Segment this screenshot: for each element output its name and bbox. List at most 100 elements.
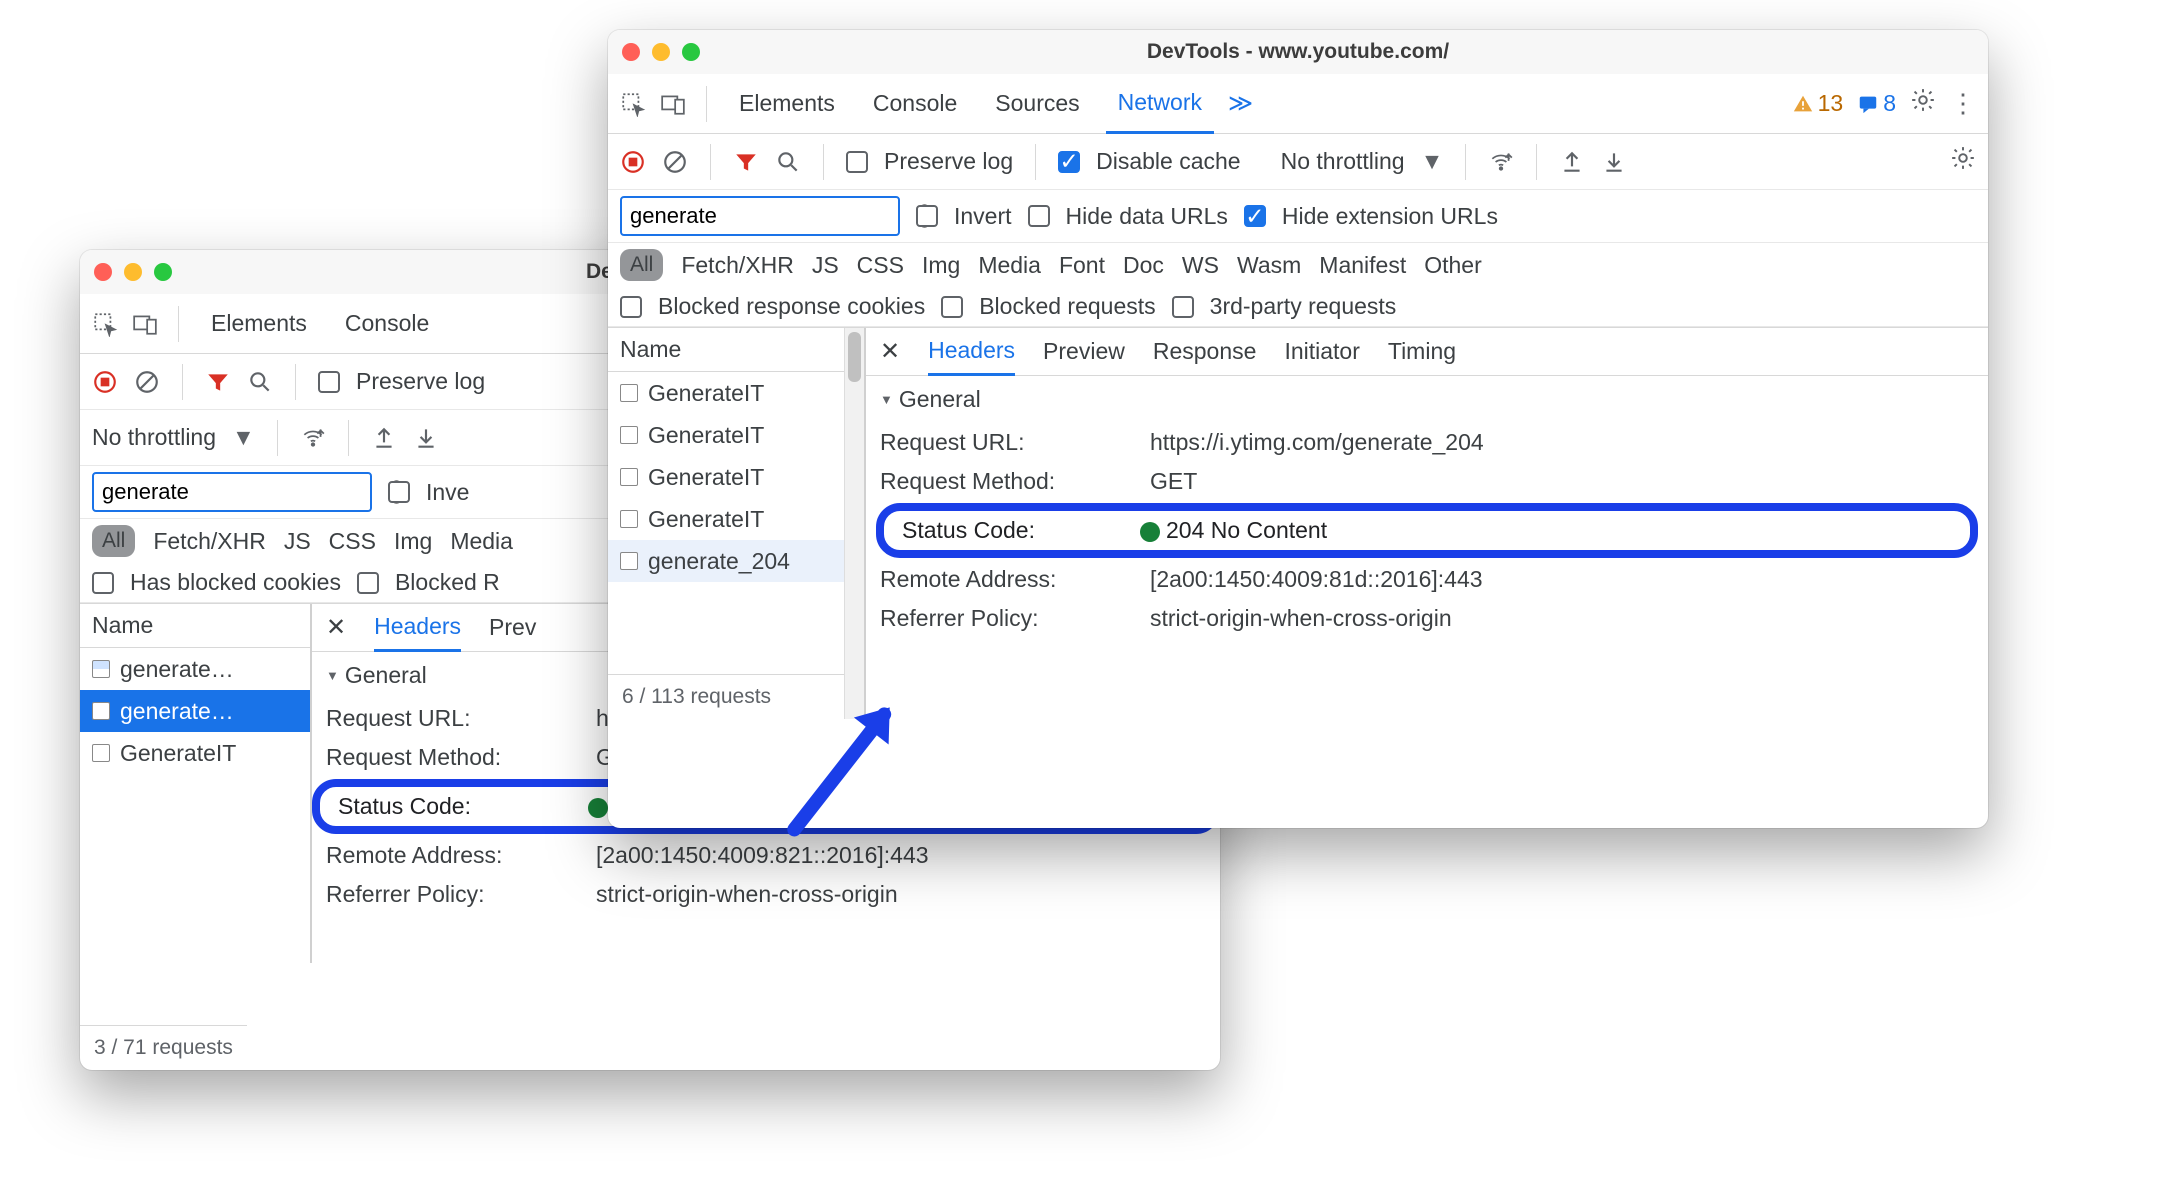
- invert-checkbox[interactable]: [916, 205, 938, 227]
- filter-icon[interactable]: [733, 149, 759, 175]
- device-toolbar-icon[interactable]: [660, 91, 686, 117]
- type-all[interactable]: All: [620, 249, 663, 281]
- search-icon[interactable]: [247, 369, 273, 395]
- list-item[interactable]: generate_204: [608, 540, 864, 582]
- type-doc[interactable]: Doc: [1123, 252, 1164, 279]
- tab-response[interactable]: Response: [1153, 328, 1257, 376]
- throttling-select[interactable]: No throttling: [1281, 148, 1405, 175]
- inspect-icon[interactable]: [620, 91, 646, 117]
- invert-checkbox[interactable]: [388, 481, 410, 503]
- wifi-icon[interactable]: [1488, 149, 1514, 175]
- type-js[interactable]: JS: [284, 528, 311, 555]
- more-tabs-icon[interactable]: ≫: [1228, 89, 1253, 118]
- titlebar[interactable]: DevTools - www.youtube.com/: [608, 30, 1988, 74]
- list-item[interactable]: generate…: [80, 648, 310, 690]
- type-ws[interactable]: WS: [1182, 252, 1219, 279]
- gear-icon[interactable]: [1950, 145, 1976, 178]
- list-item[interactable]: GenerateIT: [608, 372, 864, 414]
- blocked-requests-checkbox[interactable]: [357, 572, 379, 594]
- traffic-lights: [94, 263, 172, 281]
- search-icon[interactable]: [775, 149, 801, 175]
- inspect-icon[interactable]: [92, 311, 118, 337]
- clear-icon[interactable]: [134, 369, 160, 395]
- gear-icon[interactable]: [1910, 87, 1936, 120]
- type-fetchxhr[interactable]: Fetch/XHR: [153, 528, 265, 555]
- blocked-cookies-checkbox[interactable]: [92, 572, 114, 594]
- scrollbar[interactable]: [844, 328, 864, 719]
- filter-input[interactable]: [630, 203, 918, 229]
- kebab-icon[interactable]: ⋮: [1950, 88, 1976, 119]
- list-item[interactable]: generate…: [80, 690, 310, 732]
- throttling-select[interactable]: No throttling: [92, 424, 216, 451]
- tab-preview[interactable]: Prev: [489, 604, 536, 652]
- type-css[interactable]: CSS: [857, 252, 904, 279]
- scroll-thumb[interactable]: [848, 332, 861, 382]
- tab-network[interactable]: Network: [1106, 74, 1214, 134]
- type-wasm[interactable]: Wasm: [1237, 252, 1301, 279]
- tab-elements[interactable]: Elements: [727, 74, 847, 134]
- list-item[interactable]: GenerateIT: [608, 456, 864, 498]
- messages-badge[interactable]: 8: [1857, 90, 1896, 117]
- download-icon[interactable]: [1601, 149, 1627, 175]
- warnings-badge[interactable]: 13: [1792, 90, 1844, 117]
- type-all[interactable]: All: [92, 525, 135, 557]
- name-header[interactable]: Name: [80, 604, 310, 648]
- upload-icon[interactable]: [1559, 149, 1585, 175]
- tab-elements[interactable]: Elements: [199, 294, 319, 354]
- close-detail-icon[interactable]: ✕: [880, 337, 900, 366]
- record-icon[interactable]: [620, 149, 646, 175]
- preserve-log-checkbox[interactable]: [318, 371, 340, 393]
- tab-headers[interactable]: Headers: [374, 604, 461, 652]
- minimize-icon[interactable]: [652, 43, 670, 61]
- download-icon[interactable]: [413, 425, 439, 451]
- type-fetchxhr[interactable]: Fetch/XHR: [681, 252, 793, 279]
- type-media[interactable]: Media: [978, 252, 1041, 279]
- tab-initiator[interactable]: Initiator: [1284, 328, 1359, 376]
- type-font[interactable]: Font: [1059, 252, 1105, 279]
- tab-headers[interactable]: Headers: [928, 328, 1015, 376]
- third-party-checkbox[interactable]: [1172, 296, 1194, 318]
- chevron-down-icon[interactable]: ▼: [1421, 148, 1444, 175]
- upload-icon[interactable]: [371, 425, 397, 451]
- close-icon[interactable]: [94, 263, 112, 281]
- clear-icon[interactable]: [662, 149, 688, 175]
- tab-console[interactable]: Console: [861, 74, 969, 134]
- tab-sources[interactable]: Sources: [983, 74, 1091, 134]
- tab-console[interactable]: Console: [333, 294, 441, 354]
- hide-ext-urls-label: Hide extension URLs: [1282, 203, 1498, 230]
- tab-timing[interactable]: Timing: [1388, 328, 1456, 376]
- close-icon[interactable]: [622, 43, 640, 61]
- maximize-icon[interactable]: [154, 263, 172, 281]
- type-img[interactable]: Img: [394, 528, 432, 555]
- hide-data-urls-checkbox[interactable]: [1028, 205, 1050, 227]
- record-icon[interactable]: [92, 369, 118, 395]
- doc-icon: [92, 702, 110, 720]
- type-other[interactable]: Other: [1424, 252, 1482, 279]
- type-media[interactable]: Media: [450, 528, 513, 555]
- name-header[interactable]: Name: [608, 328, 864, 372]
- preserve-log-checkbox[interactable]: [846, 151, 868, 173]
- filter-input[interactable]: [102, 479, 390, 505]
- type-js[interactable]: JS: [812, 252, 839, 279]
- list-item[interactable]: GenerateIT: [608, 498, 864, 540]
- blocked-resp-cookies-checkbox[interactable]: [620, 296, 642, 318]
- list-item[interactable]: GenerateIT: [80, 732, 310, 774]
- wifi-icon[interactable]: [300, 425, 326, 451]
- general-section[interactable]: ▼General: [866, 376, 1988, 423]
- disclosure-icon: ▼: [326, 668, 339, 683]
- blocked-requests-checkbox[interactable]: [941, 296, 963, 318]
- type-css[interactable]: CSS: [329, 528, 376, 555]
- list-item[interactable]: GenerateIT: [608, 414, 864, 456]
- device-toolbar-icon[interactable]: [132, 311, 158, 337]
- minimize-icon[interactable]: [124, 263, 142, 281]
- chevron-down-icon[interactable]: ▼: [232, 424, 255, 451]
- maximize-icon[interactable]: [682, 43, 700, 61]
- type-img[interactable]: Img: [922, 252, 960, 279]
- hide-ext-urls-checkbox[interactable]: ✓: [1244, 205, 1266, 227]
- doc-icon: [92, 660, 110, 678]
- type-manifest[interactable]: Manifest: [1319, 252, 1406, 279]
- disable-cache-checkbox[interactable]: ✓: [1058, 151, 1080, 173]
- tab-preview[interactable]: Preview: [1043, 328, 1125, 376]
- filter-icon[interactable]: [205, 369, 231, 395]
- close-detail-icon[interactable]: ✕: [326, 613, 346, 642]
